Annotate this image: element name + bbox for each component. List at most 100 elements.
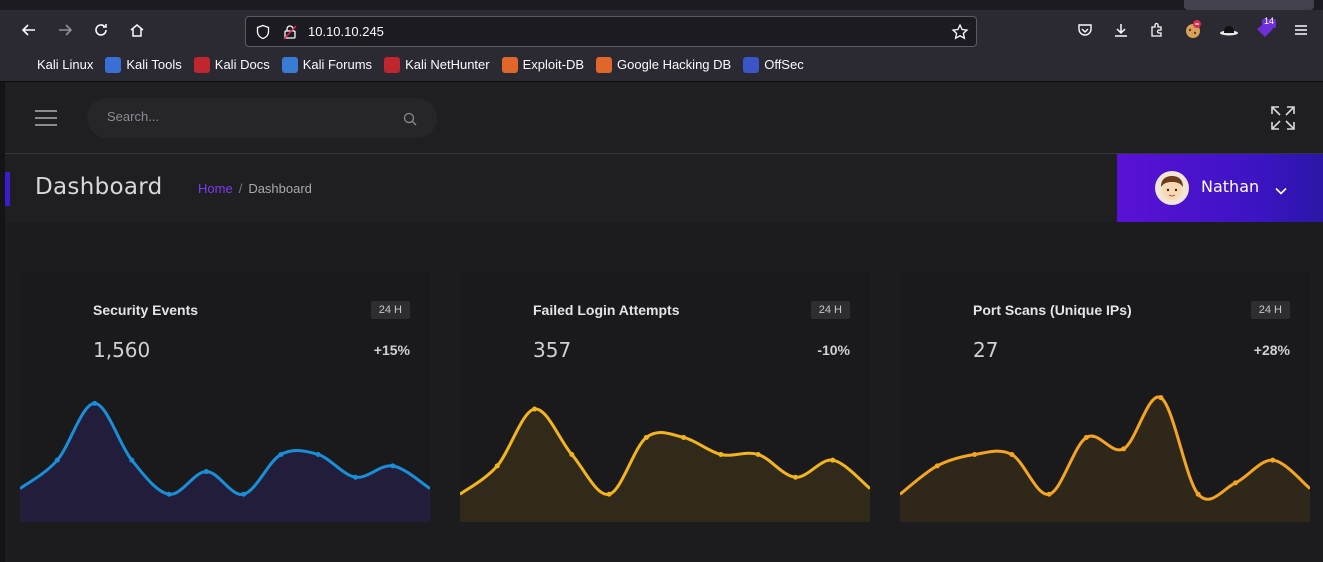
time-range-badge[interactable]: 24 H bbox=[810, 301, 850, 319]
back-icon[interactable] bbox=[17, 18, 41, 42]
download-icon[interactable] bbox=[1109, 18, 1133, 42]
bookmark-favicon-icon bbox=[193, 56, 210, 73]
address-bar[interactable]: 10.10.10.245 bbox=[245, 16, 977, 47]
bookmark-favicon-icon bbox=[281, 56, 298, 73]
sparkline-point[interactable] bbox=[54, 457, 60, 463]
bookmark-label: Kali Tools bbox=[126, 57, 182, 72]
sparkline-point[interactable] bbox=[830, 457, 836, 463]
sparkline-point[interactable] bbox=[1232, 480, 1238, 486]
bookmark-label: Kali Forums bbox=[302, 57, 373, 72]
sparkline-point[interactable] bbox=[166, 491, 172, 497]
card-value: 357 bbox=[533, 338, 572, 362]
sparkline-point[interactable] bbox=[494, 463, 500, 469]
pocket-icon[interactable] bbox=[1073, 18, 1097, 42]
search-box[interactable] bbox=[87, 98, 437, 138]
bookmark-kali-forums[interactable]: Kali Forums bbox=[281, 56, 373, 73]
bookmark-favicon-icon bbox=[105, 56, 122, 73]
bookmark-label: Exploit-DB bbox=[522, 57, 585, 72]
bookmark-kali-linux[interactable]: Kali Linux bbox=[16, 56, 93, 73]
sparkline-point[interactable] bbox=[792, 474, 798, 480]
tab-strip bbox=[0, 0, 1323, 10]
sparkline-chart bbox=[900, 395, 1310, 522]
hat-extension-icon[interactable] bbox=[1217, 18, 1241, 42]
forward-icon[interactable] bbox=[53, 18, 77, 42]
card-delta: +28% bbox=[1253, 342, 1290, 358]
fullscreen-icon[interactable] bbox=[1270, 105, 1296, 131]
lock-insecure-icon[interactable] bbox=[282, 24, 298, 44]
cookie-extension-icon[interactable] bbox=[1181, 18, 1205, 42]
url-text[interactable]: 10.10.10.245 bbox=[308, 24, 384, 39]
hamburger-menu-icon[interactable] bbox=[35, 110, 57, 126]
stat-card-port-scans: Port Scans (Unique IPs) 24 H 27 +28% bbox=[900, 272, 1310, 522]
user-menu[interactable]: Nathan bbox=[1117, 154, 1323, 222]
bookmark-label: OffSec bbox=[764, 57, 804, 72]
time-range-badge[interactable]: 24 H bbox=[370, 301, 410, 319]
sparkline-point[interactable] bbox=[203, 469, 209, 475]
sparkline-area bbox=[900, 396, 1310, 522]
sparkline-point[interactable] bbox=[315, 452, 321, 457]
sparkline-point[interactable] bbox=[92, 400, 98, 406]
stat-card-failed-logins: Failed Login Attempts 24 H 357 -10% bbox=[460, 272, 870, 522]
breadcrumb-separator: / bbox=[238, 181, 243, 196]
extension-badge: 14 bbox=[1264, 16, 1275, 26]
shield-icon[interactable] bbox=[255, 24, 271, 44]
search-icon[interactable] bbox=[403, 111, 417, 130]
bookmark-exploit-db[interactable]: Exploit-DB bbox=[501, 56, 585, 73]
sparkline-point[interactable] bbox=[352, 474, 358, 480]
foxyproxy-extension-icon[interactable]: 14 bbox=[1253, 16, 1277, 42]
card-title: Failed Login Attempts bbox=[533, 302, 680, 318]
sparkline-point[interactable] bbox=[972, 452, 978, 457]
sparkline-point[interactable] bbox=[1121, 446, 1127, 452]
sparkline-point[interactable] bbox=[934, 463, 940, 469]
sparkline-point[interactable] bbox=[569, 452, 575, 457]
sparkline-point[interactable] bbox=[755, 452, 761, 457]
bookmark-favicon-icon bbox=[16, 56, 32, 73]
reload-icon[interactable] bbox=[89, 18, 113, 42]
sparkline-point[interactable] bbox=[1158, 395, 1164, 401]
sparkline-point[interactable] bbox=[129, 457, 135, 463]
sparkline-point[interactable] bbox=[278, 452, 284, 457]
sparkline-point[interactable] bbox=[1009, 452, 1015, 457]
tab[interactable] bbox=[1184, 0, 1314, 10]
menu-icon[interactable] bbox=[1289, 18, 1313, 42]
breadcrumb-home-link[interactable]: Home bbox=[198, 181, 233, 196]
sparkline-point[interactable] bbox=[532, 406, 538, 412]
bookmark-kali-tools[interactable]: Kali Tools bbox=[105, 56, 182, 73]
sparkline-chart bbox=[20, 400, 430, 522]
star-icon[interactable] bbox=[951, 23, 969, 45]
sparkline-point[interactable] bbox=[606, 491, 612, 497]
bookmark-kali-docs[interactable]: Kali Docs bbox=[193, 56, 270, 73]
search-input[interactable] bbox=[107, 109, 387, 124]
sparkline-point[interactable] bbox=[241, 491, 247, 497]
card-title: Security Events bbox=[93, 302, 199, 318]
user-name[interactable]: Nathan bbox=[1201, 177, 1259, 196]
bookmark-favicon-icon bbox=[384, 56, 401, 73]
sparkline-point[interactable] bbox=[718, 452, 724, 457]
bookmark-kali-nethunter[interactable]: Kali NetHunter bbox=[384, 56, 490, 73]
sparkline-point[interactable] bbox=[1195, 491, 1201, 497]
stat-card-security-events: Security Events 24 H 1,560 +15% bbox=[20, 272, 430, 522]
bookmark-label: Kali Docs bbox=[214, 57, 270, 72]
home-icon[interactable] bbox=[125, 18, 149, 42]
extensions-icon[interactable] bbox=[1145, 18, 1169, 42]
sparkline-point[interactable] bbox=[390, 463, 396, 469]
avatar[interactable] bbox=[1155, 171, 1189, 205]
time-range-badge[interactable]: 24 H bbox=[1250, 301, 1290, 319]
bookmark-favicon-icon bbox=[501, 56, 518, 73]
card-value: 27 bbox=[973, 338, 999, 362]
sparkline-point[interactable] bbox=[1083, 434, 1089, 440]
chevron-down-icon[interactable] bbox=[1275, 180, 1287, 199]
card-title: Port Scans (Unique IPs) bbox=[973, 302, 1132, 318]
sparkline-area bbox=[460, 408, 870, 522]
title-accent bbox=[5, 172, 10, 206]
sparkline-point[interactable] bbox=[681, 434, 687, 440]
dashboard-page: Dashboard Home / Dashboard Nathan Security… bbox=[0, 82, 1323, 562]
bookmark-google-hacking-db[interactable]: Google Hacking DB bbox=[596, 56, 731, 73]
bookmark-favicon-icon bbox=[596, 56, 613, 73]
sparkline-point[interactable] bbox=[1270, 457, 1276, 463]
sparkline-point[interactable] bbox=[1046, 491, 1052, 497]
app-header bbox=[5, 82, 1323, 154]
bookmark-offsec[interactable]: OffSec bbox=[743, 56, 804, 73]
bookmark-label: Kali NetHunter bbox=[405, 57, 490, 72]
sparkline-point[interactable] bbox=[643, 434, 649, 440]
